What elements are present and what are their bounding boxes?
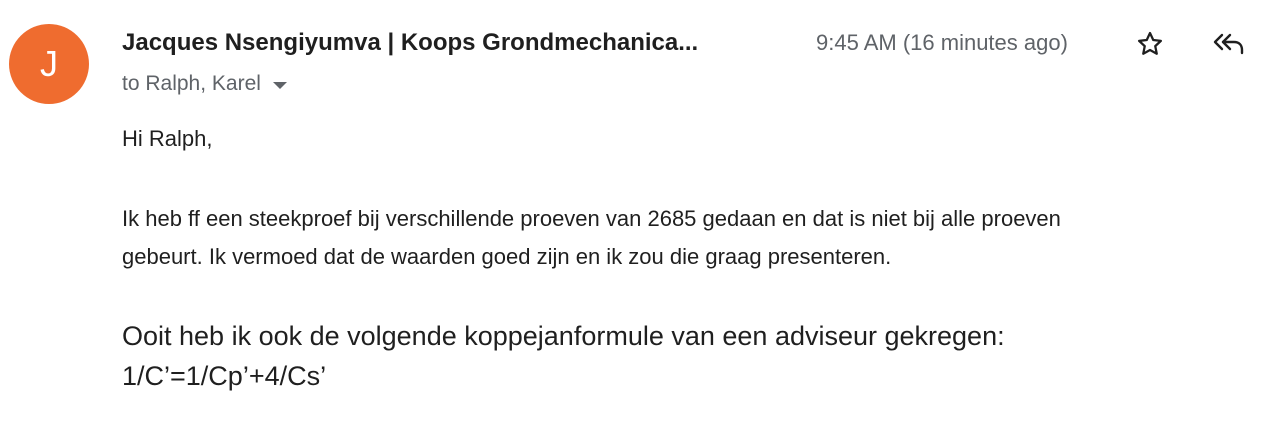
sender-name[interactable]: Jacques Nsengiyumva | Koops Grondmechani… — [122, 27, 802, 59]
reply-all-button[interactable] — [1208, 27, 1250, 65]
email-paragraph-1: Ik heb ff een steekproef bij verschillen… — [122, 200, 1242, 276]
email-paragraph-2: Ooit heb ik ook de volgende koppejanform… — [122, 316, 1242, 396]
formula-line: 1/C’=1/Cp’+4/Cs’ — [122, 361, 327, 391]
star-outline-icon — [1135, 29, 1165, 64]
paragraph-line: gebeurt. Ik vermoed dat de waarden goed … — [122, 244, 892, 269]
paragraph-line: Ik heb ff een steekproef bij verschillen… — [122, 206, 1061, 231]
star-button[interactable] — [1131, 27, 1169, 65]
email-greeting: Hi Ralph, — [122, 126, 213, 151]
chevron-down-icon — [272, 82, 287, 89]
sender-avatar[interactable]: J — [9, 24, 89, 104]
recipients-toggle[interactable]: to Ralph, Karel — [122, 70, 287, 98]
reply-all-icon — [1212, 31, 1246, 62]
message-timestamp: 9:45 AM (16 minutes ago) — [816, 30, 1068, 55]
recipients-label: to Ralph, Karel — [122, 72, 261, 95]
paragraph-line: Ooit heb ik ook de volgende koppejanform… — [122, 321, 1005, 351]
